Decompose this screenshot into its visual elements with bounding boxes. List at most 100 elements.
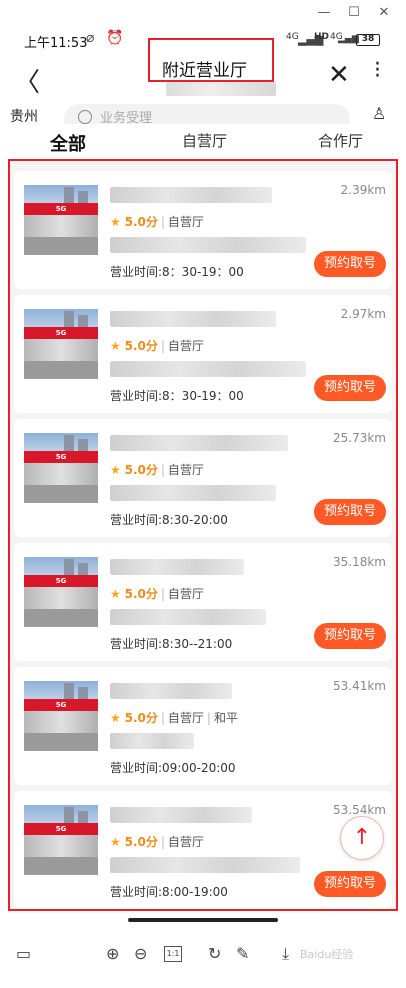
close-page-icon[interactable]: ✕ [328, 60, 350, 90]
shop-rating: ★ 5.0分 | 自营厅 | 和平 [110, 711, 238, 725]
shop-type: 自营厅 [167, 711, 204, 725]
shop-name-redacted [110, 807, 252, 823]
shop-sign: 5G [24, 699, 98, 711]
shop-score: 5.0分 [124, 587, 158, 601]
shop-hours: 营业时间:8:30-20:00 [110, 513, 228, 527]
shop-hours: 营业时间:8:00-19:00 [110, 885, 228, 899]
zoom-out-icon[interactable]: ⊖ [134, 944, 147, 963]
book-ticket-button[interactable]: 预约取号 [314, 871, 386, 897]
shop-rating: ★ 5.0分 | 自营厅 [110, 463, 204, 477]
rotate-icon[interactable]: ↻ [208, 944, 221, 963]
download-icon[interactable]: ⤓ [282, 944, 289, 964]
home-indicator [128, 918, 278, 922]
actual-size-button[interactable]: 1:1 [164, 946, 182, 962]
minimize-icon[interactable]: — [314, 3, 334, 23]
shop-list: 5G 2.39km ★ 5.0分 | 自营厅 营业时间:8：30-19：00 预约取… [8, 159, 398, 911]
shop-address-redacted [110, 237, 306, 253]
battery-icon: 38 [356, 34, 380, 46]
shop-sign: 5G [24, 575, 98, 587]
shop-distance: 53.41km [333, 679, 386, 693]
shop-address-redacted [110, 485, 276, 501]
shop-distance: 25.73km [333, 431, 386, 445]
watermark: Baidu经验 [300, 948, 354, 961]
star-icon: ★ [110, 835, 121, 849]
shop-photo: 5G [24, 805, 98, 875]
shop-photo: 5G [24, 185, 98, 255]
star-icon: ★ [110, 339, 121, 353]
city-selector[interactable]: 贵州 [10, 106, 38, 124]
thumbnail-icon[interactable]: ▭ [16, 944, 31, 963]
edit-icon[interactable]: ✎ [236, 944, 249, 963]
network-label-a: 4G [286, 32, 299, 42]
search-icon [78, 110, 92, 124]
shop-score: 5.0分 [124, 339, 158, 353]
page-title: 附近营业厅 [162, 61, 247, 81]
shop-sign: 5G [24, 823, 98, 835]
shop-sign: 5G [24, 327, 98, 339]
shop-sign: 5G [24, 203, 98, 215]
shop-type: 自营厅 [167, 835, 204, 849]
shop-type: 自营厅 [167, 215, 204, 229]
close-icon[interactable]: ✕ [374, 3, 394, 23]
shop-card[interactable]: 5G 2.97km ★ 5.0分 | 自营厅 营业时间:8：30-19：00 预约取… [14, 295, 392, 413]
more-icon[interactable]: · · · [374, 54, 381, 88]
shop-hours: 营业时间:09:00-20:00 [110, 761, 236, 775]
shop-card[interactable]: 5G 35.18km ★ 5.0分 | 自营厅 营业时间:8:30--21:00 预… [14, 543, 392, 661]
zoom-in-icon[interactable]: ⊕ [106, 944, 119, 963]
shop-score: 5.0分 [124, 711, 158, 725]
shop-card[interactable]: 5G 25.73km ★ 5.0分 | 自营厅 营业时间:8:30-20:00 预约… [14, 419, 392, 537]
shop-card[interactable]: 5G 53.54km ★ 5.0分 | 自营厅 营业时间:8:00-19:00 预约… [14, 791, 392, 909]
shop-name-redacted [110, 559, 244, 575]
shop-name-redacted [110, 311, 276, 327]
shop-address-redacted [110, 733, 194, 749]
shop-score: 5.0分 [124, 463, 158, 477]
shop-name-redacted [110, 683, 232, 699]
shop-type: 自营厅 [167, 339, 204, 353]
star-icon: ★ [110, 215, 121, 229]
shop-rating: ★ 5.0分 | 自营厅 [110, 339, 204, 353]
shop-sign: 5G [24, 451, 98, 463]
shop-rating: ★ 5.0分 | 自营厅 [110, 835, 204, 849]
shop-score: 5.0分 [124, 835, 158, 849]
tab-partner[interactable]: 合作厅 [318, 130, 363, 151]
shop-area: 和平 [213, 711, 238, 725]
shop-photo: 5G [24, 681, 98, 751]
shop-name-redacted [110, 435, 288, 451]
user-icon[interactable]: ♙ [372, 104, 386, 123]
star-icon: ★ [110, 711, 121, 725]
shop-card[interactable]: 5G 53.41km ★ 5.0分 | 自营厅 | 和平 营业时间:09:00-20:0… [14, 667, 392, 785]
shop-distance: 2.97km [340, 307, 386, 321]
shop-rating: ★ 5.0分 | 自营厅 [110, 587, 204, 601]
scroll-to-top-button[interactable]: ↑ [340, 816, 384, 860]
book-ticket-button[interactable]: 预约取号 [314, 499, 386, 525]
shop-distance: 2.39km [340, 183, 386, 197]
shop-card[interactable]: 5G 2.39km ★ 5.0分 | 自营厅 营业时间:8：30-19：00 预约取… [14, 171, 392, 289]
star-icon: ★ [110, 587, 121, 601]
book-ticket-button[interactable]: 预约取号 [314, 623, 386, 649]
shop-hours: 营业时间:8:30--21:00 [110, 637, 233, 651]
status-time: 上午11:53 [24, 36, 88, 51]
tab-all[interactable]: 全部 [50, 130, 86, 156]
shop-photo: 5G [24, 433, 98, 503]
back-icon[interactable]: 〈 [14, 62, 40, 99]
tab-self-operated[interactable]: 自营厅 [182, 130, 227, 151]
shop-name-redacted [110, 187, 272, 203]
window-titlebar: — ☐ ✕ [0, 0, 406, 26]
book-ticket-button[interactable]: 预约取号 [314, 251, 386, 277]
alarm-icon: ⏰ [106, 30, 124, 46]
hd-badge: HD [314, 32, 330, 42]
mute-icon: ⌀ [86, 30, 95, 46]
arrow-up-icon: ↑ [352, 825, 372, 850]
book-ticket-button[interactable]: 预约取号 [314, 375, 386, 401]
shop-rating: ★ 5.0分 | 自营厅 [110, 215, 204, 229]
shop-score: 5.0分 [124, 215, 158, 229]
shop-address-redacted [110, 857, 300, 873]
shop-address-redacted [110, 361, 306, 377]
search-placeholder: 业务受理 [100, 111, 153, 124]
shop-photo: 5G [24, 557, 98, 627]
shop-type: 自营厅 [167, 587, 204, 601]
star-icon: ★ [110, 463, 121, 477]
shop-type: 自营厅 [167, 463, 204, 477]
maximize-icon[interactable]: ☐ [344, 3, 364, 23]
shop-hours: 营业时间:8：30-19：00 [110, 265, 244, 279]
